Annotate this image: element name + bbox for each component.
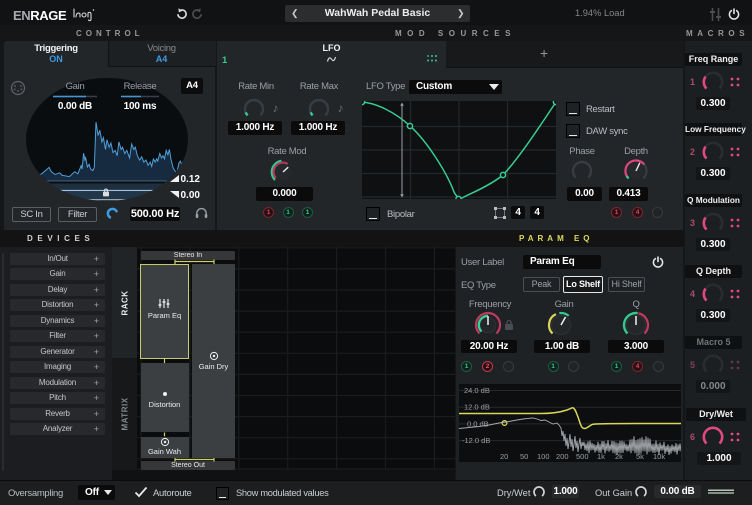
svg-text:100: 100 [537,452,550,461]
svg-text:5k: 5k [636,452,644,461]
svg-text:-12.0 dB: -12.0 dB [462,436,490,445]
svg-text:1k: 1k [597,452,605,461]
svg-text:24.0 dB: 24.0 dB [464,386,490,395]
svg-text:500: 500 [576,452,589,461]
svg-text:20: 20 [500,452,508,461]
svg-text:10k: 10k [653,452,665,461]
svg-text:12.0 dB: 12.0 dB [464,403,490,412]
svg-text:50: 50 [520,452,528,461]
svg-text:0.0 dB: 0.0 dB [467,419,489,428]
svg-text:200: 200 [556,452,569,461]
svg-text:2k: 2k [615,452,623,461]
